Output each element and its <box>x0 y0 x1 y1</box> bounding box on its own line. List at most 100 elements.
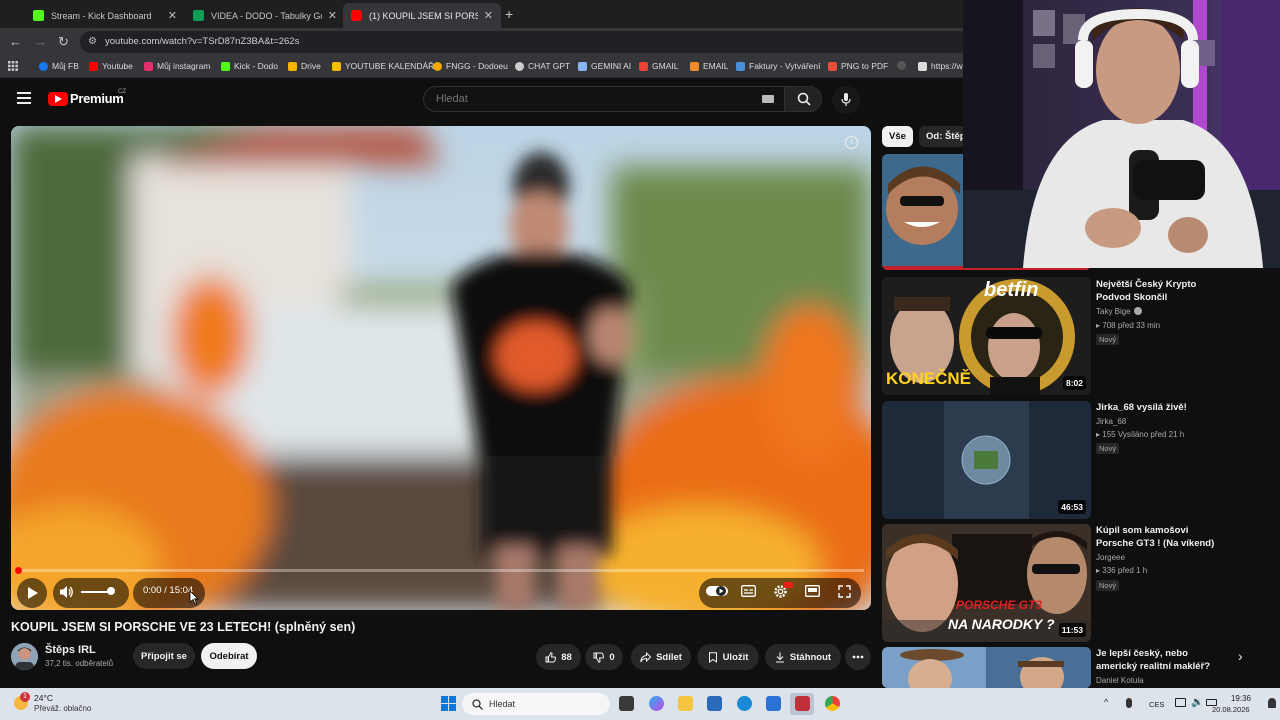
edge-icon[interactable] <box>737 696 752 711</box>
input-language[interactable]: CES <box>1149 700 1164 709</box>
recommendation-title[interactable]: Jirka_68 vysílá živě! <box>1096 401 1226 414</box>
chevron-right-icon[interactable]: › <box>1238 648 1243 664</box>
recommendation-title[interactable]: Největší Český Krypto Podvod Skončil <box>1096 278 1226 304</box>
save-button[interactable]: Uložit <box>697 644 759 670</box>
bookmark-item[interactable]: Drive <box>288 61 321 71</box>
recommendation-channel[interactable]: Jirka_68 <box>1096 417 1126 426</box>
search-input[interactable] <box>436 93 736 105</box>
recommendation-thumbnail[interactable]: 46:53 <box>882 401 1091 519</box>
progress-bar[interactable] <box>18 569 864 572</box>
autoplay-toggle-icon[interactable] <box>706 585 728 597</box>
tab-kick-dashboard[interactable]: Stream - Kick Dashboard ✕ <box>25 3 185 28</box>
chrome-icon[interactable] <box>825 696 840 711</box>
download-button[interactable]: Stáhnout <box>765 644 841 670</box>
site-info-icon[interactable]: ⚙ <box>88 36 97 47</box>
recommendation-channel[interactable]: Jorgeee <box>1096 553 1125 562</box>
windows-start-icon[interactable] <box>441 696 456 711</box>
bookmark-item[interactable]: Faktury - Vytváření <box>736 61 820 71</box>
recommendation-title[interactable]: Je lepší český, nebo americký realitní m… <box>1096 647 1226 673</box>
chip-all[interactable]: Vše <box>882 126 913 147</box>
bookmark-item[interactable]: Youtube <box>89 61 133 71</box>
volume-knob[interactable] <box>107 587 115 595</box>
file-explorer-icon[interactable] <box>678 696 693 711</box>
task-view-icon[interactable] <box>619 696 634 711</box>
bookmark-item[interactable]: Můj FB <box>39 61 79 71</box>
search-box[interactable] <box>423 86 785 112</box>
tab-sheets[interactable]: VIDEA - DODO - Tabulky Goog ✕ <box>185 3 345 28</box>
microphone-tray-icon[interactable] <box>1126 698 1132 708</box>
bookmark-item[interactable]: Můj instagram <box>144 61 210 71</box>
recommendation-channel[interactable]: Taky Bige <box>1096 307 1131 316</box>
thumbs-down-icon <box>593 652 605 663</box>
download-icon <box>775 652 784 663</box>
video-duration: 46:53 <box>1058 500 1086 514</box>
store-icon[interactable] <box>766 696 781 711</box>
channel-avatar[interactable] <box>11 643 38 670</box>
miniplayer-icon[interactable] <box>805 585 820 597</box>
address-url[interactable]: youtube.com/watch?v=TSrD87nZ3BA&t=262s <box>105 36 299 47</box>
more-actions-button[interactable] <box>845 644 871 670</box>
like-button[interactable]: 88 <box>536 644 581 670</box>
taskbar-search-label: Hledat <box>489 699 516 709</box>
weather-temperature[interactable]: 24°C <box>34 693 53 703</box>
taskbar-search[interactable]: Hledat <box>462 693 610 715</box>
clock-time[interactable]: 19:36 <box>1229 694 1251 703</box>
bookmark-item[interactable]: GEMINI AI <box>578 61 631 71</box>
bookmark-item[interactable]: CHAT GPT <box>515 61 570 71</box>
apps-grid-icon[interactable] <box>8 61 18 71</box>
dislike-button[interactable]: 0 <box>585 644 623 670</box>
bookmark-item[interactable]: PNG to PDF <box>828 61 888 71</box>
bookmark-item[interactable]: GMAIL <box>639 61 678 71</box>
tray-chevron-icon[interactable]: ^ <box>1104 697 1108 707</box>
share-button[interactable]: Sdílet <box>631 644 691 670</box>
subtitles-icon[interactable] <box>741 585 756 597</box>
reload-icon[interactable]: ↻ <box>58 34 69 50</box>
outlook-icon[interactable] <box>707 696 722 711</box>
fullscreen-icon[interactable] <box>838 585 851 598</box>
notifications-bell-icon[interactable] <box>1268 698 1276 708</box>
recommendation-channel[interactable]: Daniel Kotula <box>1096 676 1144 685</box>
volume-icon[interactable] <box>60 585 74 599</box>
weather-description[interactable]: Převáž. oblačno <box>34 704 91 713</box>
search-button[interactable] <box>784 86 822 112</box>
youtube-brand[interactable]: Premium <box>70 91 124 106</box>
keyboard-icon[interactable] <box>762 95 774 103</box>
voice-search-button[interactable] <box>832 86 860 114</box>
network-icon[interactable] <box>1175 698 1186 707</box>
close-tab-icon[interactable]: ✕ <box>168 9 177 22</box>
bookmark-item[interactable]: FNGG - Dodoeu <box>433 61 508 71</box>
clock-date[interactable]: 20.08.2026 <box>1212 705 1250 714</box>
speaker-icon[interactable]: 🔉 <box>1191 697 1203 708</box>
pdf-icon <box>828 61 837 71</box>
bookmark-item[interactable]: Kick - Dodo <box>221 61 278 71</box>
bookmark-item[interactable]: https://w <box>918 61 963 71</box>
recommendation-thumbnail[interactable]: PORSCHE GT3 NA NARODKY ? 11:53 <box>882 524 1091 642</box>
new-tab-button[interactable]: + <box>505 6 513 22</box>
progress-scrubber[interactable] <box>15 567 22 574</box>
tab-youtube-active[interactable]: (1) KOUPIL JSEM SI PORSCHE V ✕ <box>343 3 501 28</box>
video-player[interactable]: i 0:00 / 15:04 <box>11 126 871 610</box>
bookmark-item[interactable]: EMAIL <box>690 61 729 71</box>
thumbnail-text: NA NARODKY ? <box>948 616 1055 632</box>
recommendation-thumbnail[interactable]: betfin KONEČNĚ 8:02 <box>882 277 1091 395</box>
menu-icon[interactable] <box>17 92 31 104</box>
address-bar[interactable]: ⚙ youtube.com/watch?v=TSrD87nZ3BA&t=262s <box>80 31 970 53</box>
close-tab-icon[interactable]: ✕ <box>484 9 493 22</box>
channel-name[interactable]: Štěps IRL <box>45 644 96 656</box>
info-icon[interactable]: i <box>845 136 858 149</box>
subscribe-button[interactable]: Odebírat <box>201 643 257 669</box>
youtube-logo-icon[interactable] <box>48 92 68 106</box>
join-button[interactable]: Připojit se <box>133 643 195 669</box>
capcut-icon[interactable] <box>795 696 810 711</box>
bookmark-item[interactable]: YOUTUBE KALENDÁŘ <box>332 61 434 71</box>
recommendation-thumbnail[interactable] <box>882 647 1091 688</box>
forward-arrow-icon[interactable]: → <box>34 34 47 49</box>
play-button[interactable] <box>17 578 47 608</box>
instagram-icon <box>144 61 153 71</box>
bookmark-item[interactable] <box>897 61 910 70</box>
recommendation-title[interactable]: Kúpil som kamošovi Porsche GT3 ! (Na vík… <box>1096 524 1226 550</box>
back-arrow-icon[interactable]: ← <box>9 34 22 49</box>
copilot-icon[interactable] <box>649 696 664 711</box>
close-tab-icon[interactable]: ✕ <box>328 9 337 22</box>
recommendation-meta: ▸ 155 Vysíláno před 21 h <box>1096 430 1185 439</box>
